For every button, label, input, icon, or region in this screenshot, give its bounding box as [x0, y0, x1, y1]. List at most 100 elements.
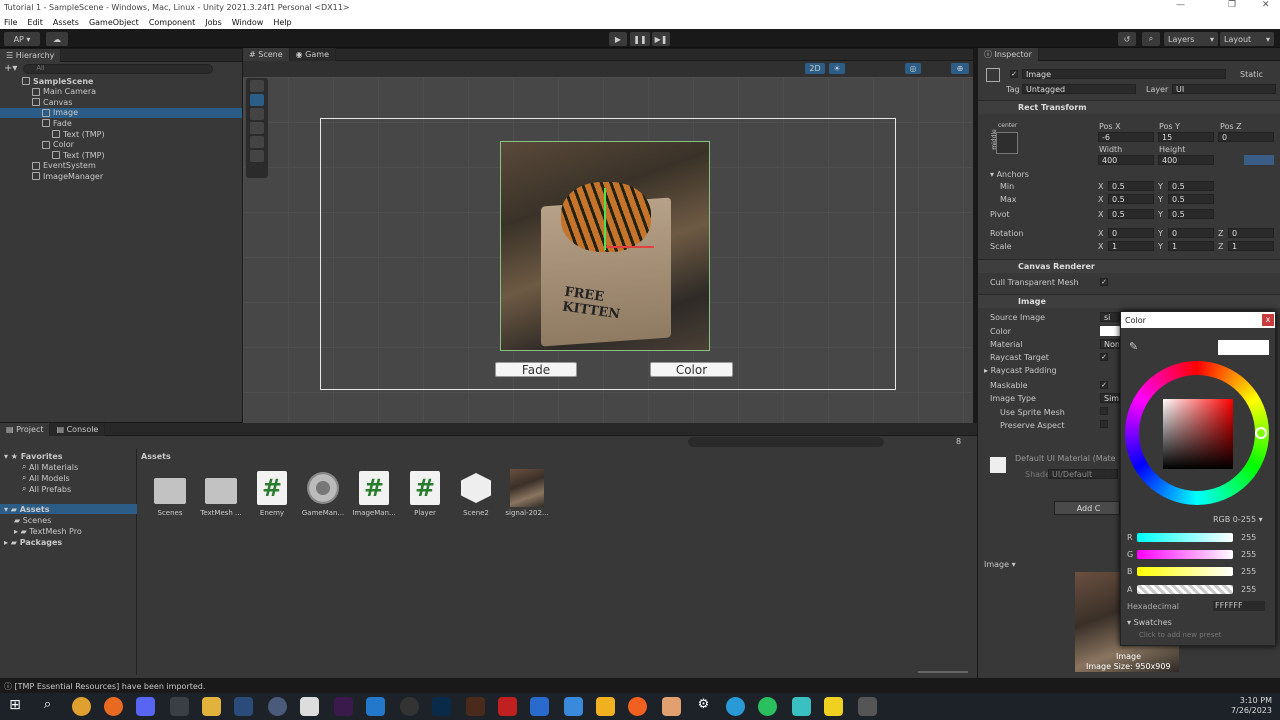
image-type-dropdown[interactable]: Simp [1100, 393, 1120, 403]
hex-input[interactable]: FFFFFF [1213, 601, 1265, 611]
steam-icon[interactable] [268, 697, 287, 716]
step-button[interactable]: ▶❚ [652, 32, 670, 46]
source-image-field[interactable]: si [1100, 312, 1120, 322]
transform-value-field[interactable]: 0.5 [1168, 209, 1214, 219]
transform-tool-icon[interactable] [250, 150, 264, 162]
acrobat-icon[interactable] [498, 697, 517, 716]
maximize-icon[interactable]: ❐ [1228, 0, 1236, 10]
unity-hub-icon[interactable] [300, 697, 319, 716]
packages-node[interactable]: ▸ ▰ Packages [4, 537, 62, 547]
scale-tool-icon[interactable] [250, 122, 264, 134]
a-slider[interactable] [1137, 585, 1233, 594]
b-slider[interactable] [1137, 567, 1233, 576]
sticky-notes-icon[interactable] [824, 697, 843, 716]
pause-button[interactable]: ❚❚ [630, 32, 650, 46]
anchor-preset-icon[interactable] [996, 132, 1018, 154]
app-icon[interactable] [170, 697, 189, 716]
asset-item[interactable]: TextMesh ... [198, 471, 244, 517]
color-swatch[interactable] [1100, 326, 1120, 336]
asset-item[interactable]: Scenes [147, 471, 193, 517]
menu-file[interactable]: File [4, 18, 17, 27]
asset-item[interactable]: # ImageMan... [351, 471, 397, 517]
tab-console[interactable]: ▤ Console [50, 422, 106, 436]
search-icon[interactable]: ⌕ [1142, 32, 1160, 46]
rect-transform-header[interactable]: Rect Transform [978, 100, 1280, 114]
hierarchy-item[interactable]: Text (TMP) [0, 150, 242, 160]
r-slider[interactable] [1137, 533, 1233, 542]
hierarchy-item[interactable]: Text (TMP) [0, 129, 242, 139]
tab-hierarchy[interactable]: ☰ Hierarchy [0, 48, 62, 62]
file-explorer-icon[interactable] [202, 697, 221, 716]
transform-value-field[interactable]: 1 [1108, 241, 1154, 251]
vscode-icon[interactable] [366, 697, 385, 716]
close-icon[interactable]: x [1262, 314, 1274, 326]
tab-game[interactable]: ◉ Game [289, 48, 336, 61]
premiere-icon[interactable] [334, 697, 353, 716]
assets-node[interactable]: ▾ ▰ Assets [0, 504, 137, 514]
blender-icon[interactable] [662, 697, 681, 716]
menu-jobs[interactable]: Jobs [205, 18, 222, 27]
transform-value-field[interactable]: 0 [1168, 228, 1214, 238]
hierarchy-item[interactable]: Main Camera [0, 87, 242, 97]
transform-value-field[interactable]: 0.5 [1108, 181, 1154, 191]
unity-editor-icon[interactable] [858, 697, 877, 716]
project-search-input[interactable] [688, 437, 884, 447]
b-value[interactable]: 255 [1241, 567, 1256, 576]
menu-window[interactable]: Window [232, 18, 264, 27]
minimize-icon[interactable]: — [1176, 0, 1185, 10]
preview-header[interactable]: Image ▾ [984, 560, 1016, 569]
a-value[interactable]: 255 [1241, 585, 1256, 594]
menu-assets[interactable]: Assets [53, 18, 79, 27]
asset-item[interactable]: signal-202... [504, 469, 550, 517]
g-slider[interactable] [1137, 550, 1233, 559]
kitten-image[interactable]: FREE KITTEN [500, 141, 710, 351]
game-icon[interactable] [596, 697, 615, 716]
move-tool-icon[interactable] [250, 94, 264, 106]
account-button[interactable]: AP ▾ [4, 32, 40, 46]
history-icon[interactable]: ↺ [1118, 32, 1136, 46]
hierarchy-item[interactable]: Fade [0, 118, 242, 128]
shader-dropdown[interactable]: UI/Default [1048, 469, 1118, 479]
raycast-checkbox[interactable]: ✓ [1100, 352, 1108, 361]
swatches-toggle[interactable]: ▾ Swatches [1127, 618, 1172, 627]
lighting-icon[interactable]: ☀ [829, 63, 845, 74]
move-gizmo-x[interactable] [606, 246, 654, 248]
settings-icon[interactable]: ⚙ [694, 697, 713, 716]
add-component-button[interactable]: Add C [1054, 501, 1120, 515]
color-button[interactable]: Color [650, 362, 733, 377]
transform-value-field[interactable]: 0.5 [1168, 194, 1214, 204]
r-value[interactable]: 255 [1241, 533, 1256, 542]
use-sprite-checkbox[interactable] [1100, 407, 1108, 417]
menu-component[interactable]: Component [149, 18, 195, 27]
tab-project[interactable]: ▤ Project [0, 422, 51, 436]
move-gizmo-y[interactable] [604, 188, 606, 250]
discord-icon[interactable] [136, 697, 155, 716]
windows-start-icon[interactable]: ⊞ [6, 697, 24, 716]
rotate-tool-icon[interactable] [250, 108, 264, 120]
scenes-folder-node[interactable]: ▰ Scenes [14, 515, 51, 525]
object-name-field[interactable]: Image [1022, 69, 1226, 79]
gizmos-icon[interactable]: ⊕ [951, 63, 969, 74]
visibility-icon[interactable]: ◎ [905, 63, 921, 74]
image-component-header[interactable]: Image [978, 294, 1280, 308]
fav-all-prefabs[interactable]: ⌕ All Prefabs [22, 484, 71, 494]
hierarchy-search-input[interactable] [23, 63, 214, 74]
outlook-icon[interactable] [530, 697, 549, 716]
photoshop-icon[interactable] [432, 697, 451, 716]
raycast-padding-toggle[interactable]: ▸ Raycast Padding [984, 366, 1057, 375]
cull-checkbox[interactable]: ✓ [1100, 277, 1108, 286]
hierarchy-item[interactable]: Canvas [0, 97, 242, 107]
add-icon[interactable]: +▾ [4, 63, 17, 74]
material-field[interactable]: None [1100, 339, 1120, 349]
active-checkbox[interactable]: ✓ [1010, 69, 1018, 78]
color-mode-dropdown[interactable]: RGB 0-255 ▾ [1213, 515, 1263, 524]
powershell-icon[interactable] [234, 697, 253, 716]
tab-scene[interactable]: # Scene [243, 48, 290, 61]
telegram-icon[interactable] [726, 697, 745, 716]
rect-tool-icon[interactable] [250, 136, 264, 148]
hue-wheel[interactable] [1125, 361, 1269, 505]
width-field[interactable]: 400 [1098, 155, 1154, 165]
transform-value-field[interactable]: 0 [1228, 228, 1274, 238]
system-tray-clock[interactable]: 3:10 PM 7/26/2023 [1231, 696, 1272, 716]
favorites-node[interactable]: ▾ ★ Favorites [4, 451, 63, 461]
